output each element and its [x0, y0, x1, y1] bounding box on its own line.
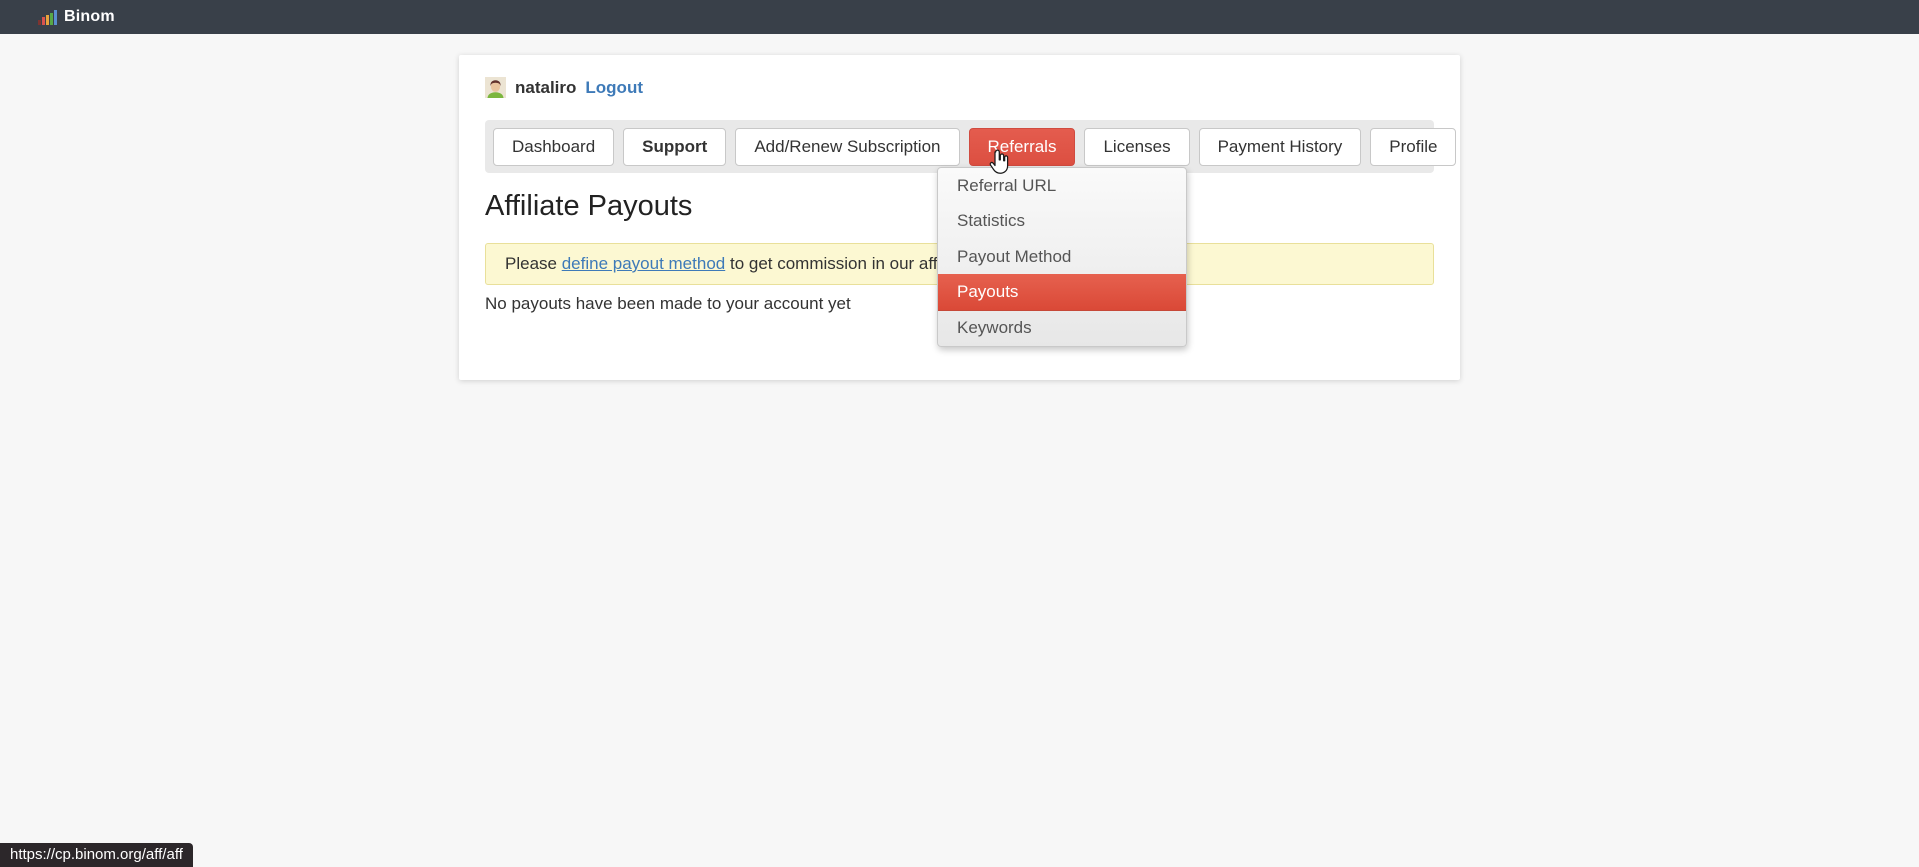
menu-item-referral-url[interactable]: Referral URL: [938, 168, 1186, 203]
nav-button-payment-history[interactable]: Payment History: [1199, 128, 1362, 166]
nav-button-licenses[interactable]: Licenses: [1084, 128, 1189, 166]
user-row: nataliro Logout: [485, 77, 643, 98]
nav-button-profile[interactable]: Profile: [1370, 128, 1456, 166]
page-title: Affiliate Payouts: [485, 190, 692, 223]
brand-logo[interactable]: Binom: [38, 8, 115, 26]
nav-button-referrals[interactable]: Referrals: [969, 128, 1076, 166]
status-url-tooltip: https://cp.binom.org/aff/aff: [0, 843, 193, 867]
empty-state-message: No payouts have been made to your accoun…: [485, 294, 851, 314]
username: nataliro: [515, 78, 576, 98]
brand-name: Binom: [64, 8, 115, 26]
bar-chart-icon: [38, 9, 57, 25]
topbar: Binom: [0, 0, 1919, 34]
nav-bar: Dashboard Support Add/Renew Subscription…: [485, 120, 1434, 173]
define-payout-method-link[interactable]: define payout method: [562, 254, 726, 273]
menu-item-payout-method[interactable]: Payout Method: [938, 239, 1186, 274]
nav-button-add-renew-subscription[interactable]: Add/Renew Subscription: [735, 128, 959, 166]
referrals-dropdown-menu: Referral URL Statistics Payout Method Pa…: [937, 167, 1187, 347]
menu-item-statistics[interactable]: Statistics: [938, 203, 1186, 238]
notice-text-prefix: Please: [505, 254, 557, 273]
menu-item-payouts[interactable]: Payouts: [938, 274, 1186, 310]
nav-button-support[interactable]: Support: [623, 128, 726, 166]
user-avatar: [485, 77, 506, 98]
menu-item-keywords[interactable]: Keywords: [938, 311, 1186, 346]
nav-button-dashboard[interactable]: Dashboard: [493, 128, 614, 166]
logout-link[interactable]: Logout: [585, 78, 643, 98]
